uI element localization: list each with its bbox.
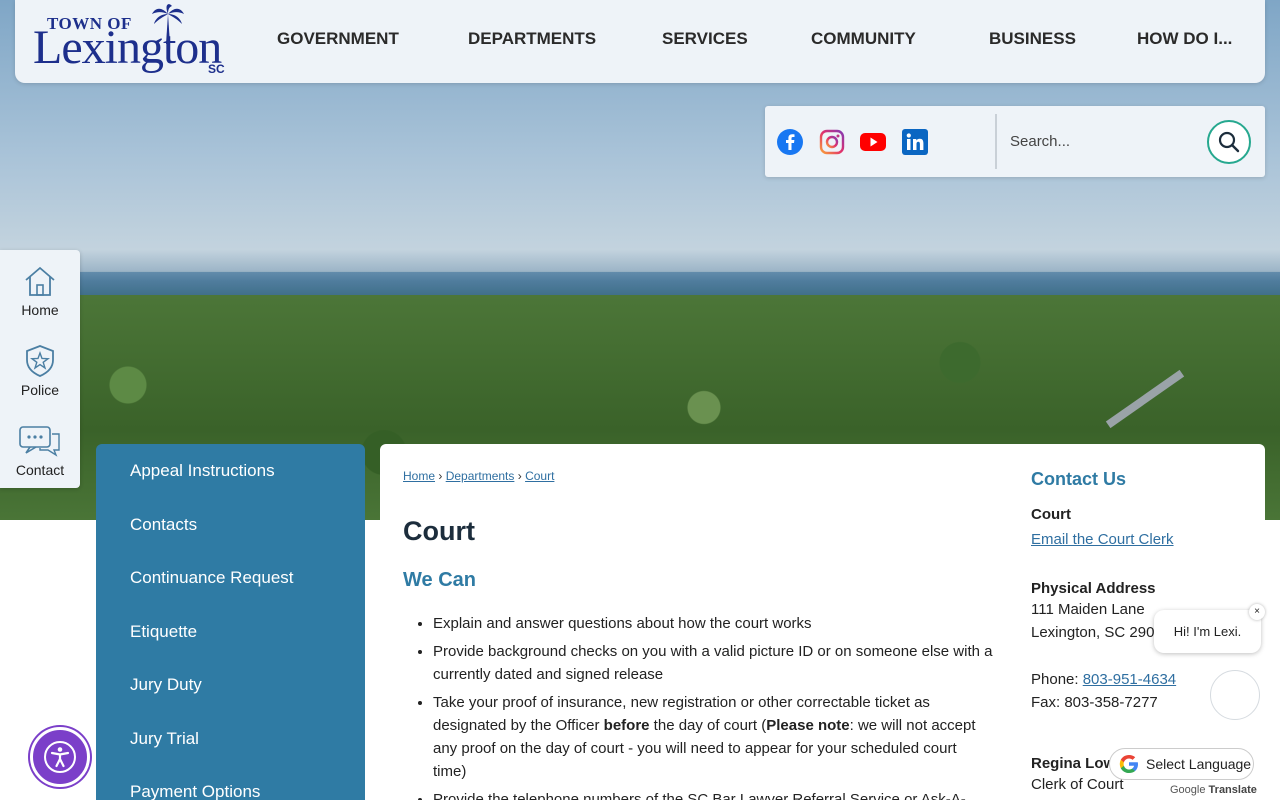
nav-departments[interactable]: DEPARTMENTS: [468, 29, 596, 49]
accessibility-button[interactable]: [30, 727, 90, 787]
quicklink-contact-label: Contact: [15, 462, 65, 478]
breadcrumb-home[interactable]: Home: [403, 469, 435, 483]
logo-line-2: Lexington: [33, 21, 222, 74]
search-button[interactable]: [1207, 120, 1251, 164]
court-side-menu: Appeal Instructions Contacts Continuance…: [96, 444, 365, 800]
home-icon: [25, 266, 55, 296]
section-heading: We Can: [403, 569, 476, 591]
chat-launcher-button[interactable]: [1210, 670, 1260, 720]
chat-greeting-bubble[interactable]: Hi! I'm Lexi.: [1154, 610, 1261, 653]
nav-how-do-i[interactable]: HOW DO I...: [1137, 29, 1232, 49]
facebook-icon[interactable]: [777, 129, 803, 155]
quick-links-panel: Home Police Contact: [0, 250, 80, 488]
search-icon: [1218, 131, 1240, 153]
nav-services[interactable]: SERVICES: [662, 29, 748, 49]
menu-etiquette[interactable]: Etiquette: [130, 622, 197, 642]
address-label: Physical Address: [1031, 580, 1156, 597]
language-select-label: Select Language: [1146, 756, 1252, 772]
instagram-icon[interactable]: [819, 129, 845, 155]
chat-close-button[interactable]: ×: [1249, 604, 1265, 620]
page-title: Court: [403, 516, 475, 546]
menu-payment-options[interactable]: Payment Options: [130, 782, 260, 800]
google-text: Google: [1170, 784, 1206, 796]
logo-line-3: SC: [208, 62, 225, 76]
list-item: Take your proof of insurance, new regist…: [433, 691, 993, 783]
police-badge-icon: [26, 345, 54, 377]
accessibility-icon: [44, 741, 76, 773]
google-g-icon: [1119, 755, 1138, 773]
translate-text: Translate: [1208, 784, 1257, 796]
linkedin-icon[interactable]: [902, 129, 928, 155]
menu-continuance-request[interactable]: Continuance Request: [130, 568, 294, 588]
youtube-icon[interactable]: [860, 129, 886, 155]
emphasis-please-note: Please note: [766, 717, 850, 734]
menu-contacts[interactable]: Contacts: [130, 515, 197, 535]
phone-label: Phone:: [1031, 671, 1083, 688]
search-input[interactable]: [1010, 124, 1200, 158]
language-select[interactable]: Select Language: [1109, 748, 1254, 780]
list-item: Provide the telephone numbers of the SC …: [433, 788, 993, 800]
contact-heading: Contact Us: [1031, 469, 1127, 489]
contact-dept: Court: [1031, 506, 1071, 523]
list-item: Explain and answer questions about how t…: [433, 612, 993, 635]
hero-lake: [80, 272, 1280, 296]
nav-community[interactable]: COMMUNITY: [811, 29, 916, 49]
town-logo[interactable]: TOWN OF Lexington SC: [33, 4, 233, 80]
phone-link[interactable]: 803-951-4634: [1083, 671, 1176, 688]
quicklink-home[interactable]: Home: [0, 264, 80, 318]
email-clerk-link[interactable]: Email the Court Clerk: [1031, 531, 1261, 548]
powered-by-google: Google Translate: [1170, 784, 1257, 796]
breadcrumb-court[interactable]: Court: [525, 469, 554, 483]
emphasis-before: before: [603, 717, 650, 734]
menu-jury-trial[interactable]: Jury Trial: [130, 729, 199, 749]
breadcrumb: Home › Departments › Court: [403, 469, 555, 483]
chat-bubble-icon: [19, 426, 60, 457]
header-bar: TOWN OF Lexington SC GOVERNMENT DEPARTME…: [15, 0, 1265, 83]
menu-appeal-instructions[interactable]: Appeal Instructions: [130, 461, 275, 481]
nav-government[interactable]: GOVERNMENT: [277, 29, 399, 49]
list-item-text: the day of court (: [649, 717, 767, 734]
quicklink-home-label: Home: [21, 302, 59, 318]
main-content: Home › Departments › Court Court We Can …: [380, 444, 1265, 800]
quicklink-contact[interactable]: Contact: [0, 424, 80, 478]
toolbar-divider: [995, 114, 997, 169]
list-item: Provide background checks on you with a …: [433, 640, 993, 686]
palmetto-icon: [152, 4, 184, 44]
menu-jury-duty[interactable]: Jury Duty: [130, 675, 202, 695]
social-search-bar: [765, 106, 1265, 177]
nav-business[interactable]: BUSINESS: [989, 29, 1076, 49]
quicklink-police-label: Police: [20, 382, 60, 398]
quicklink-police[interactable]: Police: [0, 344, 80, 398]
services-list: Explain and answer questions about how t…: [433, 612, 993, 800]
breadcrumb-departments[interactable]: Departments: [446, 469, 515, 483]
